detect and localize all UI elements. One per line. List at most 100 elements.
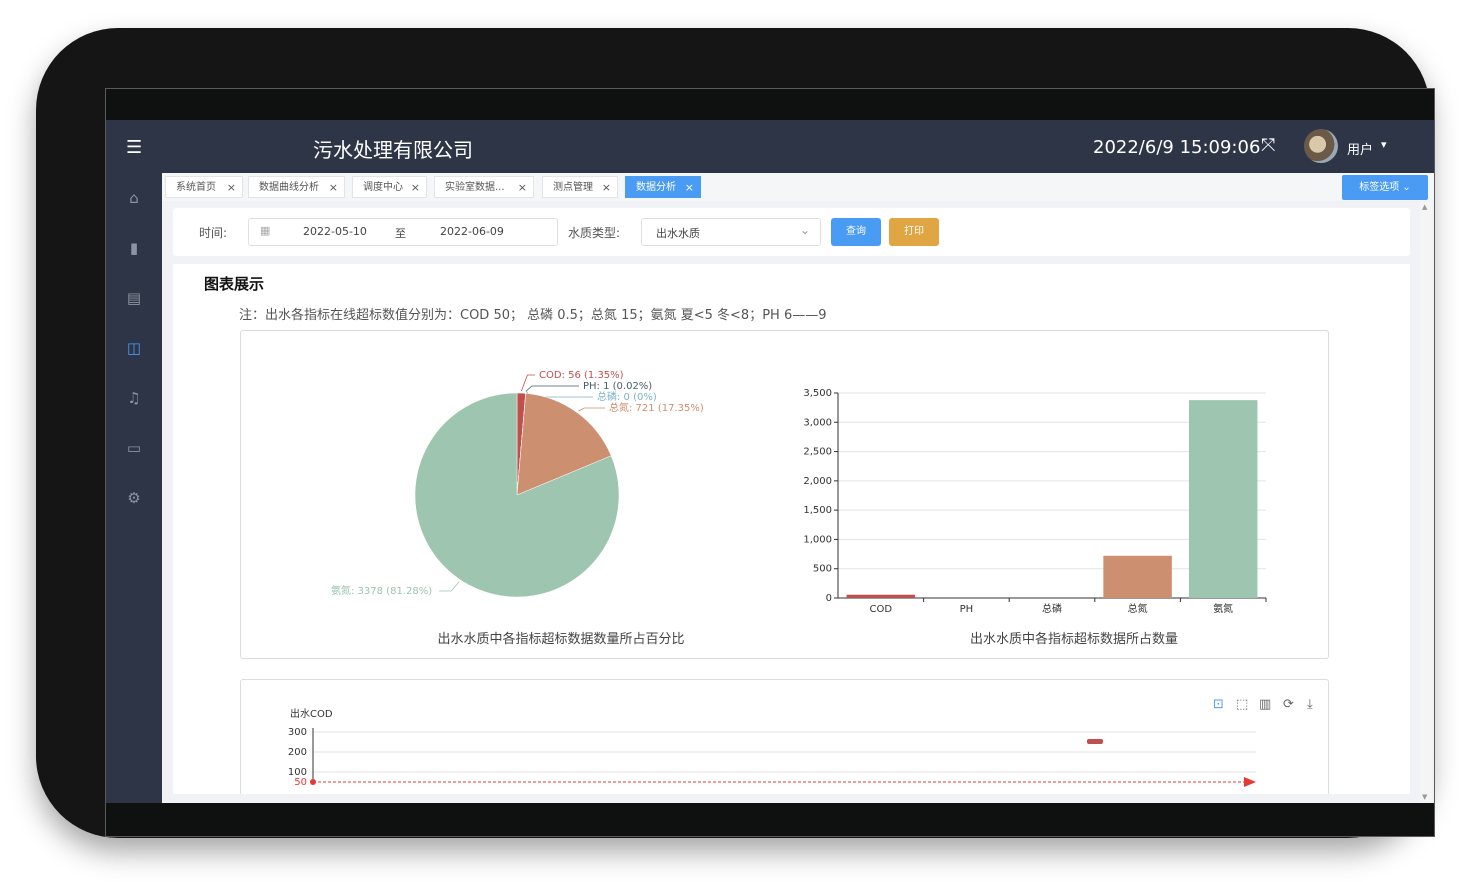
bar <box>1188 400 1258 598</box>
bar-y-tick-label: 500 <box>813 564 832 575</box>
date-separator: 至 <box>395 227 406 240</box>
close-icon[interactable]: × <box>227 177 236 199</box>
pie-slice-label: 总氮: 721 (17.35%) <box>609 401 704 414</box>
tab-label: 系统首页 <box>176 182 216 193</box>
cod-trend-chart: 出水COD 300 200 100 50 ⊡ ⬚ ▥ ⟳ ⤓ <box>240 679 1329 794</box>
pie-slice-label: COD: 56 (1.35%) <box>539 370 624 381</box>
tab-label: 调度中心 <box>363 182 403 193</box>
home-icon[interactable]: ⌂ <box>106 189 162 207</box>
pie-leader-line <box>578 407 605 412</box>
bar-y-tick-label: 3,000 <box>803 417 832 428</box>
date-end[interactable]: 2022-06-09 <box>440 225 504 238</box>
bar-category-label: 氨氮 <box>1213 602 1233 615</box>
zoom-icon[interactable]: ⊡ <box>1213 697 1224 712</box>
close-icon[interactable]: × <box>685 177 694 199</box>
scroll-up-icon[interactable]: ▲ <box>1422 203 1427 211</box>
presentation-icon[interactable]: ◫ <box>106 339 162 357</box>
tabs-bar: 系统首页 × 数据曲线分析 × 调度中心 × 实验室数据... × 测点管理 × 数据分析… <box>162 173 1434 201</box>
pie-slice-label: 总磷: 0 (0%) <box>597 390 657 403</box>
tab-label: 实验室数据... <box>445 182 505 193</box>
threshold-start-point <box>310 779 316 785</box>
bar-category-label: 总磷 <box>1042 602 1062 615</box>
bar-y-tick-label: 0 <box>826 593 832 604</box>
threshold-arrow <box>1244 777 1256 787</box>
pie-leader-line <box>521 374 535 392</box>
bar-y-tick-label: 3,500 <box>803 388 832 399</box>
summary-charts-svg: COD: 56 (1.35%)PH: 1 (0.02%)总磷: 0 (0%)总氮… <box>331 370 1267 647</box>
tab-dispatch[interactable]: 调度中心 × <box>352 176 427 198</box>
query-button[interactable]: 查询 <box>831 218 881 246</box>
tab-options-label: 标签选项 <box>1359 182 1400 193</box>
tab-lab-data[interactable]: 实验室数据... × <box>434 176 534 198</box>
tab-home[interactable]: 系统首页 × <box>165 176 243 198</box>
device-frame: ☰ 污水处理有限公司 2022/6/9 15:09:06 ⤧ 用户 ▾ ⌂ ▮ … <box>36 28 1435 838</box>
line-y-axis-title: 出水COD <box>290 707 333 720</box>
bar-toggle-icon[interactable]: ▥ <box>1259 697 1271 712</box>
line-y-tick-label: 200 <box>288 747 307 758</box>
print-button[interactable]: 打印 <box>889 218 939 246</box>
date-start[interactable]: 2022-05-10 <box>303 225 367 238</box>
bar-y-tick-label: 2,500 <box>803 447 832 458</box>
bar-category-label: 总氮 <box>1128 602 1148 615</box>
hamburger-menu-icon[interactable]: ☰ <box>126 139 142 157</box>
pie-leader-line <box>439 581 460 592</box>
document-icon[interactable]: ▤ <box>106 289 162 307</box>
scroll-down-icon[interactable]: ▼ <box>1422 793 1427 801</box>
main-content: 系统首页 × 数据曲线分析 × 调度中心 × 实验室数据... × 测点管理 × 数据分析… <box>162 173 1434 803</box>
bar <box>846 594 916 598</box>
scrollbar[interactable]: ▲ ▼ <box>1420 201 1432 803</box>
close-icon[interactable]: × <box>602 177 611 199</box>
tab-options-button[interactable]: 标签选项 ⌄ <box>1342 175 1428 200</box>
tab-label: 数据分析 <box>636 182 676 193</box>
bar-y-tick-label: 1,500 <box>803 505 832 516</box>
threshold-label: 50 <box>294 777 307 788</box>
tab-curve-analysis[interactable]: 数据曲线分析 × <box>248 176 345 198</box>
bar-y-tick-label: 2,000 <box>803 476 832 487</box>
zoom-reset-icon[interactable]: ⬚ <box>1236 697 1248 712</box>
screen: ☰ 污水处理有限公司 2022/6/9 15:09:06 ⤧ 用户 ▾ ⌂ ▮ … <box>105 88 1435 837</box>
close-icon[interactable]: × <box>329 177 338 199</box>
archive-icon[interactable]: ▭ <box>106 439 162 457</box>
chart-panel: 图表展示 注：出水各指标在线超标数值分别为：COD 50； 总磷 0.5；总氮 … <box>173 264 1410 794</box>
bar-chart-icon[interactable]: ▮ <box>106 239 162 257</box>
chevron-down-icon: ⌄ <box>799 223 810 237</box>
calendar-icon: ▦ <box>260 224 271 237</box>
filter-bar: 时间: ▦ 2022-05-10 至 2022-06-09 水质类型: 出水水质… <box>173 208 1410 256</box>
tab-measure-points[interactable]: 测点管理 × <box>542 176 618 198</box>
cod-data-point <box>1087 739 1103 744</box>
water-type-value: 出水水质 <box>656 227 700 240</box>
fullscreen-icon[interactable]: ⤧ <box>1261 135 1275 156</box>
gear-icon[interactable]: ⚙ <box>106 489 162 507</box>
tab-label: 测点管理 <box>553 182 593 193</box>
threshold-note: 注：出水各指标在线超标数值分别为：COD 50； 总磷 0.5；总氮 15；氨氮… <box>239 308 827 323</box>
pie-leader-line <box>525 385 579 392</box>
bottom-bar <box>106 803 1434 836</box>
bar-chart-title: 出水水质中各指标超标数据所占数量 <box>970 631 1178 647</box>
sidebar: ⌂ ▮ ▤ ◫ ♫ ▭ ⚙ <box>106 173 162 803</box>
chevron-down-icon[interactable]: ▾ <box>1381 138 1387 151</box>
download-icon[interactable]: ⤓ <box>1307 697 1313 712</box>
close-icon[interactable]: × <box>518 177 527 199</box>
water-type-label: 水质类型: <box>568 226 621 240</box>
bell-icon[interactable]: ♫ <box>106 389 162 407</box>
bar-category-label: PH <box>960 604 974 615</box>
line-y-tick-label: 300 <box>288 727 307 738</box>
close-icon[interactable]: × <box>411 177 420 199</box>
cod-trend-svg: 出水COD30020010050⊡ ⬚ ▥ ⟳ ⤓ <box>288 697 1313 788</box>
tab-data-analysis[interactable]: 数据分析 × <box>625 176 701 198</box>
tab-label: 数据曲线分析 <box>259 182 319 193</box>
user-menu-label[interactable]: 用户 <box>1347 139 1373 158</box>
summary-charts: COD: 56 (1.35%) PH: 1 (0.02%) 总磷: 0 (0%) 总氮… <box>240 330 1329 659</box>
top-bar: ☰ 污水处理有限公司 2022/6/9 15:09:06 ⤧ 用户 ▾ <box>106 120 1434 173</box>
pie-chart-title: 出水水质中各指标超标数据数量所占百分比 <box>437 631 684 647</box>
bar <box>1103 555 1172 598</box>
bar-y-tick-label: 1,000 <box>803 534 832 545</box>
water-type-select[interactable]: 出水水质 ⌄ <box>641 218 821 246</box>
pie-slice-label: PH: 1 (0.02%) <box>583 381 652 392</box>
avatar[interactable] <box>1304 129 1338 163</box>
bar-category-label: COD <box>870 604 893 615</box>
date-range-picker[interactable]: ▦ 2022-05-10 至 2022-06-09 <box>248 218 558 246</box>
restore-icon[interactable]: ⟳ <box>1283 697 1294 712</box>
time-label: 时间: <box>199 226 228 240</box>
pie-slice-label: 氨氮: 3378 (81.28%) <box>331 584 432 597</box>
